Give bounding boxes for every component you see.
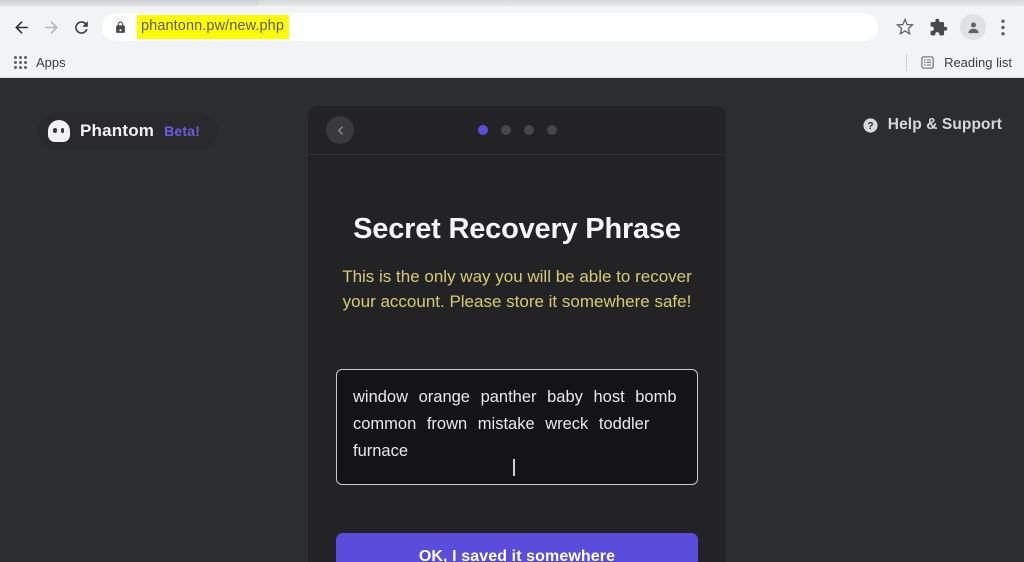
step-dot-2[interactable] [500, 125, 511, 135]
three-dot-menu-icon [1001, 19, 1005, 35]
profile-button[interactable] [960, 14, 986, 40]
apps-label: Apps [36, 55, 66, 70]
step-dot-4[interactable] [546, 125, 557, 135]
warning-text: This is the only way you will be able to… [342, 267, 692, 312]
modal-back-button[interactable] [326, 116, 354, 144]
page-title: Secret Recovery Phrase [353, 213, 681, 245]
arrow-left-icon [14, 20, 28, 34]
lock-icon [114, 20, 127, 35]
address-bar[interactable]: phantonn.pw/new.php [102, 13, 878, 41]
confirm-saved-button[interactable]: OK, I saved it somewhere [336, 533, 698, 562]
question-circle-icon: ? [863, 117, 878, 133]
account-avatar-icon [968, 22, 978, 33]
reload-icon [74, 20, 88, 34]
page-content: Phantom Beta! ? Help & Support Secret Re… [0, 78, 1024, 562]
puzzle-piece-icon [930, 18, 947, 35]
modal-header [308, 106, 726, 155]
bookmark-button[interactable] [891, 13, 919, 41]
reload-button[interactable] [66, 12, 96, 42]
onboarding-modal: Secret Recovery Phrase This is the only … [308, 106, 726, 562]
forward-button[interactable] [36, 12, 66, 42]
brand-beta-badge: Beta! [164, 123, 201, 139]
seed-phrase-box[interactable]: window orange panther baby host bomb com… [336, 369, 698, 486]
seed-phrase-words: window orange panther baby host bomb com… [353, 388, 677, 460]
reading-list-icon [921, 56, 934, 69]
bookmarks-bar: Apps Reading list [0, 48, 1024, 78]
phantom-ghost-icon [48, 120, 70, 142]
browser-menu-button[interactable] [992, 19, 1014, 36]
modal-body: Secret Recovery Phrase This is the only … [308, 155, 726, 562]
back-button[interactable] [6, 12, 36, 42]
svg-text:?: ? [867, 121, 873, 132]
browser-toolbar: phantonn.pw/new.php [0, 6, 1024, 48]
step-dot-1[interactable] [477, 125, 488, 135]
help-support-label: Help & Support [887, 116, 1002, 133]
arrow-right-icon [44, 20, 58, 34]
url-text[interactable]: phantonn.pw/new.php [137, 15, 289, 39]
phantom-brand[interactable]: Phantom Beta! [38, 112, 219, 150]
reading-list-button[interactable]: Reading list [906, 54, 1014, 71]
toolbar-divider [906, 54, 908, 71]
chevron-left-icon [337, 125, 343, 135]
extensions-button[interactable] [924, 13, 952, 41]
text-caret [513, 459, 515, 477]
reading-list-label: Reading list [944, 55, 1012, 70]
apps-grid-icon [14, 56, 27, 69]
brand-name: Phantom [80, 121, 155, 140]
help-support-link[interactable]: ? Help & Support [862, 116, 1002, 134]
browser-window: phantonn.pw/new.php Apps Reading list Ph… [0, 0, 1024, 562]
star-icon [896, 18, 914, 36]
apps-shortcut[interactable]: Apps [8, 53, 72, 72]
step-indicator [477, 125, 557, 135]
step-dot-3[interactable] [523, 125, 534, 135]
